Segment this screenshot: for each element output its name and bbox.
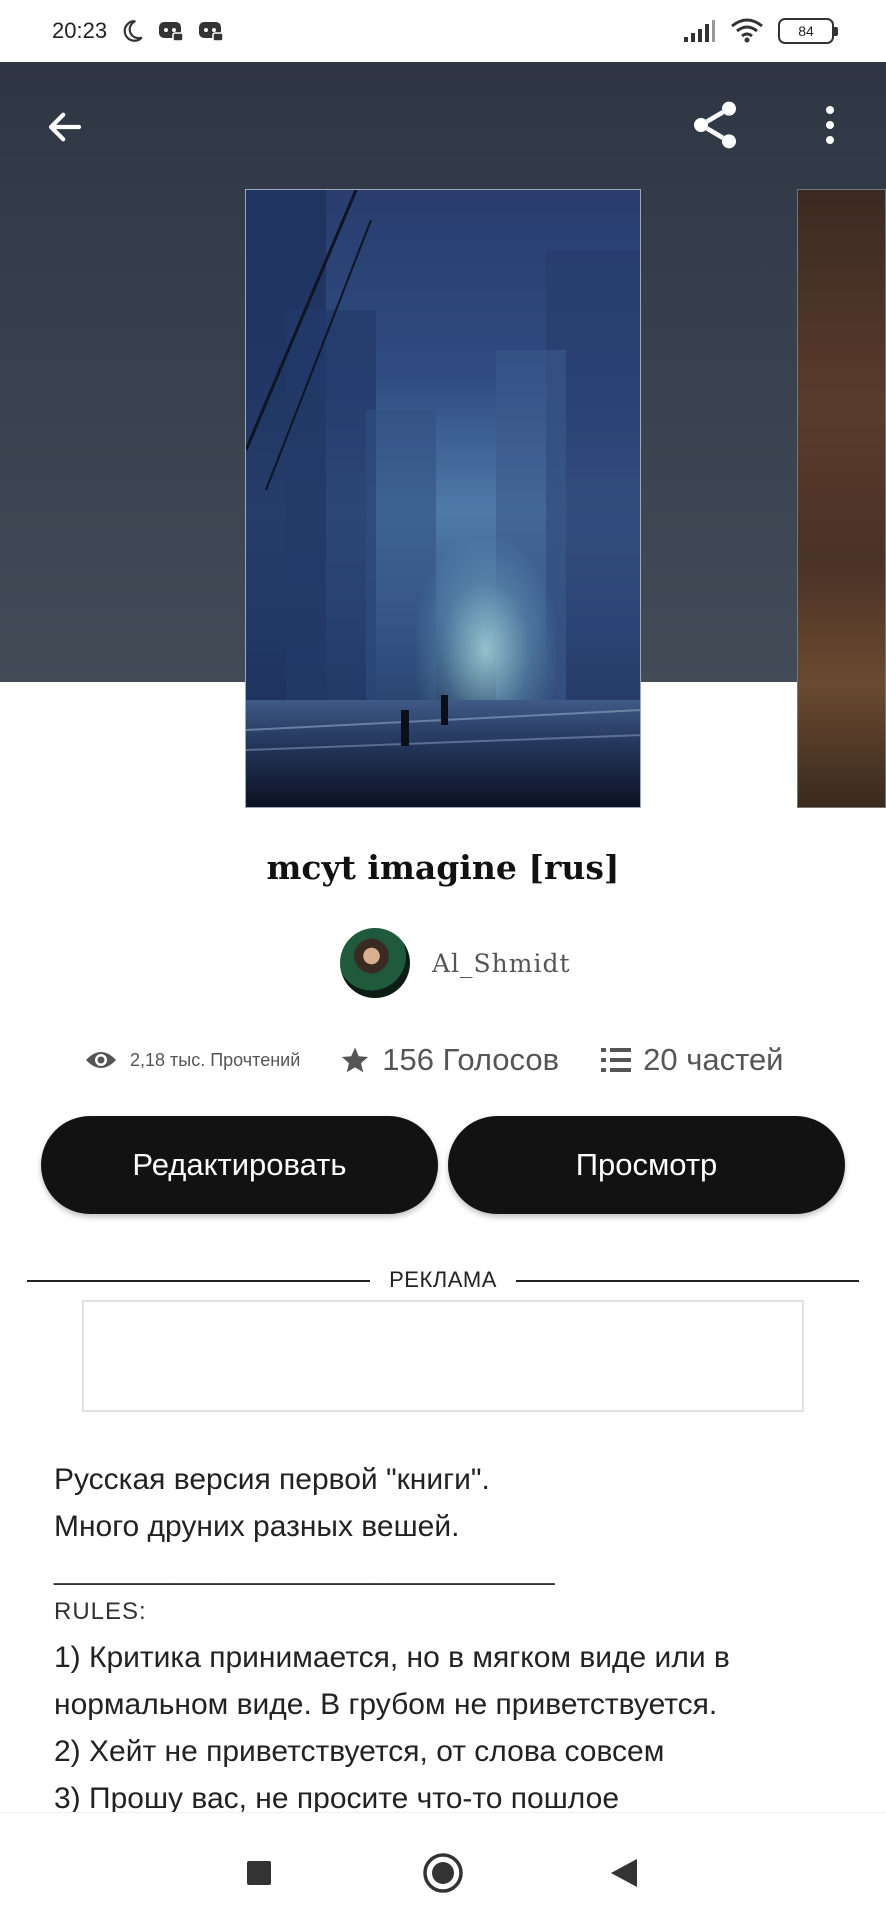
story-title: mcyt imagine [rus] [266, 848, 620, 887]
description-separator: ______________________________ [54, 1553, 555, 1586]
story-stats: 2,18 тыс. Прочтений 156 Голосов 20 часте… [84, 1030, 814, 1090]
description-line: Много друних разных вешей. [54, 1510, 460, 1543]
more-options-button[interactable] [800, 90, 860, 160]
triangle-back-icon [611, 1859, 637, 1887]
home-circle-icon [423, 1853, 463, 1893]
status-time: 20:23 [52, 18, 108, 43]
rule-item: 2) Хейт не приветствуется, от слова совс… [54, 1735, 665, 1768]
signal-icon [684, 20, 715, 42]
system-back-button[interactable] [594, 1843, 654, 1903]
ad-banner[interactable] [82, 1300, 804, 1412]
recent-apps-button[interactable] [229, 1843, 289, 1903]
discord-icon [199, 22, 224, 42]
wifi-icon [731, 18, 763, 43]
story-description: Русская версия первой "книги". Много дру… [54, 1456, 844, 1822]
arrow-left-icon [48, 112, 82, 142]
view-button[interactable]: Просмотр [448, 1116, 845, 1214]
back-button[interactable] [30, 92, 100, 162]
next-story-cover[interactable] [797, 189, 886, 808]
edit-button[interactable]: Редактировать [41, 1116, 438, 1214]
battery-level: 84 [798, 23, 814, 39]
square-icon [247, 1861, 271, 1885]
ad-label: РЕКЛАМА [371, 1267, 515, 1292]
votes-count: 156 Голосов [382, 1042, 560, 1077]
reads-stat: 2,18 тыс. Прочтений [84, 1048, 300, 1072]
home-button[interactable] [413, 1843, 473, 1903]
description-line: Русская версия первой "книги". [54, 1463, 490, 1496]
reads-count: 2,18 тыс. Прочтений [130, 1049, 301, 1070]
author-name[interactable]: Al_Shmidt [432, 949, 571, 978]
more-vertical-icon [826, 106, 834, 144]
rule-item: 1) Критика принимается, но в мягком виде… [54, 1641, 730, 1721]
system-nav-bar [0, 1812, 886, 1920]
status-bar: 20:23 84 [0, 0, 886, 62]
share-button[interactable] [680, 90, 750, 160]
votes-stat: 156 Голосов [340, 1042, 559, 1078]
parts-count: 20 частей [643, 1042, 784, 1077]
rules-heading: RULES: [54, 1598, 147, 1625]
discord-icon [159, 22, 184, 42]
author-avatar[interactable] [340, 928, 410, 998]
story-details-screen: 20:23 84 mcyt imagine [rus] Al_Shmidt 2,… [0, 0, 886, 1920]
author-link[interactable]: Al_Shmidt [340, 928, 571, 998]
ad-divider: РЕКЛАМА [27, 1265, 859, 1295]
share-icon [694, 101, 736, 149]
story-cover[interactable] [245, 189, 641, 808]
parts-stat: 20 частей [601, 1042, 784, 1078]
list-icon [601, 1048, 632, 1072]
star-icon [342, 1047, 369, 1073]
eye-icon [86, 1052, 116, 1068]
battery-icon: 84 [778, 18, 838, 44]
moon-icon [123, 20, 143, 42]
